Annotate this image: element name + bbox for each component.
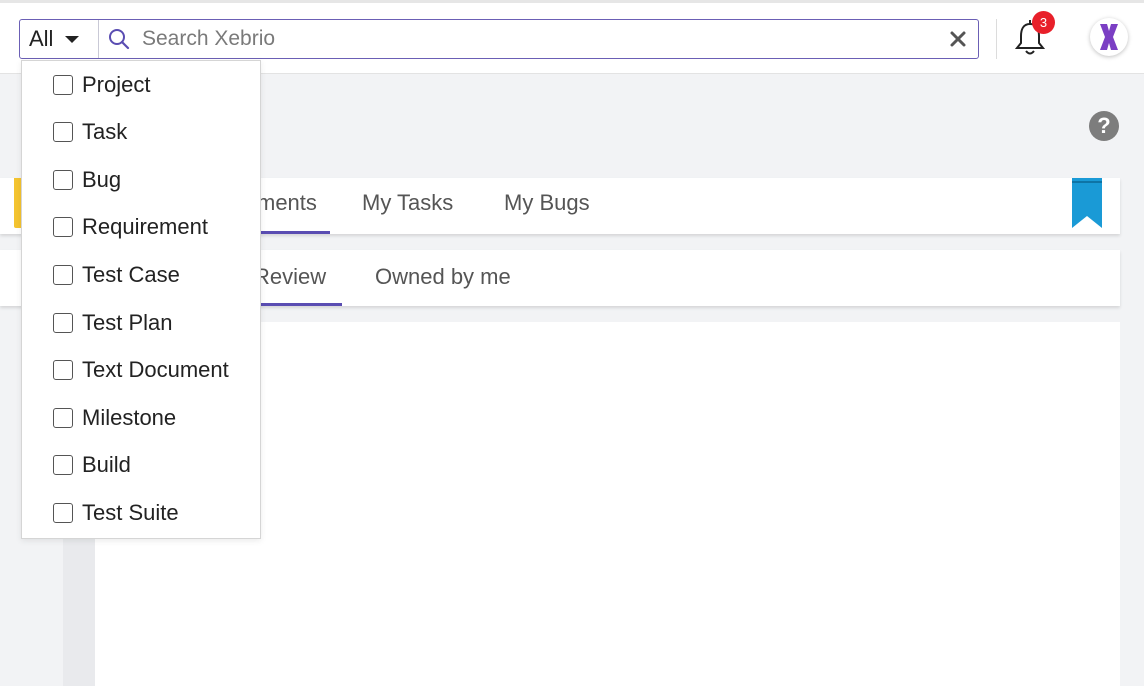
filter-option-text-document[interactable]: Text Document xyxy=(22,347,260,393)
chevron-down-icon xyxy=(65,35,80,43)
close-icon[interactable] xyxy=(949,30,967,48)
filter-option-label: Test Case xyxy=(82,262,180,287)
tab-my-bugs[interactable]: My Bugs xyxy=(504,190,590,216)
filter-option-label: Milestone xyxy=(82,405,177,430)
filter-option-build[interactable]: Build xyxy=(22,442,260,488)
global-search: All xyxy=(19,19,979,59)
filter-option-label: Task xyxy=(82,119,128,144)
search-filter-dropdown: Project Task Bug Requirement Test Case T… xyxy=(21,60,261,539)
bookmark-icon[interactable] xyxy=(1071,178,1103,230)
app-logo[interactable] xyxy=(1090,18,1128,56)
filter-option-label: Project xyxy=(82,72,151,97)
tab-documents[interactable]: ments xyxy=(257,190,317,216)
search-filter-select[interactable]: All xyxy=(20,20,99,58)
search-input[interactable] xyxy=(142,22,922,56)
checkbox[interactable] xyxy=(53,265,73,285)
filter-option-requirement[interactable]: Requirement xyxy=(22,204,260,250)
filter-option-label: Test Suite xyxy=(82,500,179,525)
checkbox[interactable] xyxy=(53,217,73,237)
checkbox[interactable] xyxy=(53,170,73,190)
filter-option-label: Text Document xyxy=(82,357,229,382)
checkbox[interactable] xyxy=(53,122,73,142)
filter-option-label: Build xyxy=(82,452,131,477)
checkbox[interactable] xyxy=(53,75,73,95)
tab-my-tasks[interactable]: My Tasks xyxy=(362,190,453,216)
checkbox[interactable] xyxy=(53,313,73,333)
filter-option-test-plan[interactable]: Test Plan xyxy=(22,300,260,346)
tab-owned-by-me[interactable]: Owned by me xyxy=(375,264,511,290)
search-filter-value: All xyxy=(29,26,54,51)
filter-option-project[interactable]: Project xyxy=(22,62,260,108)
toolbar-divider xyxy=(996,19,997,59)
question-circle-icon[interactable]: ? xyxy=(1089,111,1119,141)
checkbox[interactable] xyxy=(53,408,73,428)
filter-option-label: Bug xyxy=(82,167,122,192)
filter-option-milestone[interactable]: Milestone xyxy=(22,395,260,441)
filter-option-task[interactable]: Task xyxy=(22,109,260,155)
filter-option-test-case[interactable]: Test Case xyxy=(22,252,260,298)
filter-option-label: Requirement xyxy=(82,214,208,239)
xebrio-logo-icon xyxy=(1100,24,1118,50)
filter-option-test-suite[interactable]: Test Suite xyxy=(22,490,260,536)
checkbox[interactable] xyxy=(53,503,73,523)
filter-option-bug[interactable]: Bug xyxy=(22,157,260,203)
notification-count-badge: 3 xyxy=(1032,11,1055,34)
tab-review[interactable]: Review xyxy=(254,264,326,290)
checkbox[interactable] xyxy=(53,455,73,475)
search-icon xyxy=(109,29,130,50)
filter-option-label: Test Plan xyxy=(82,310,173,335)
checkbox[interactable] xyxy=(53,360,73,380)
